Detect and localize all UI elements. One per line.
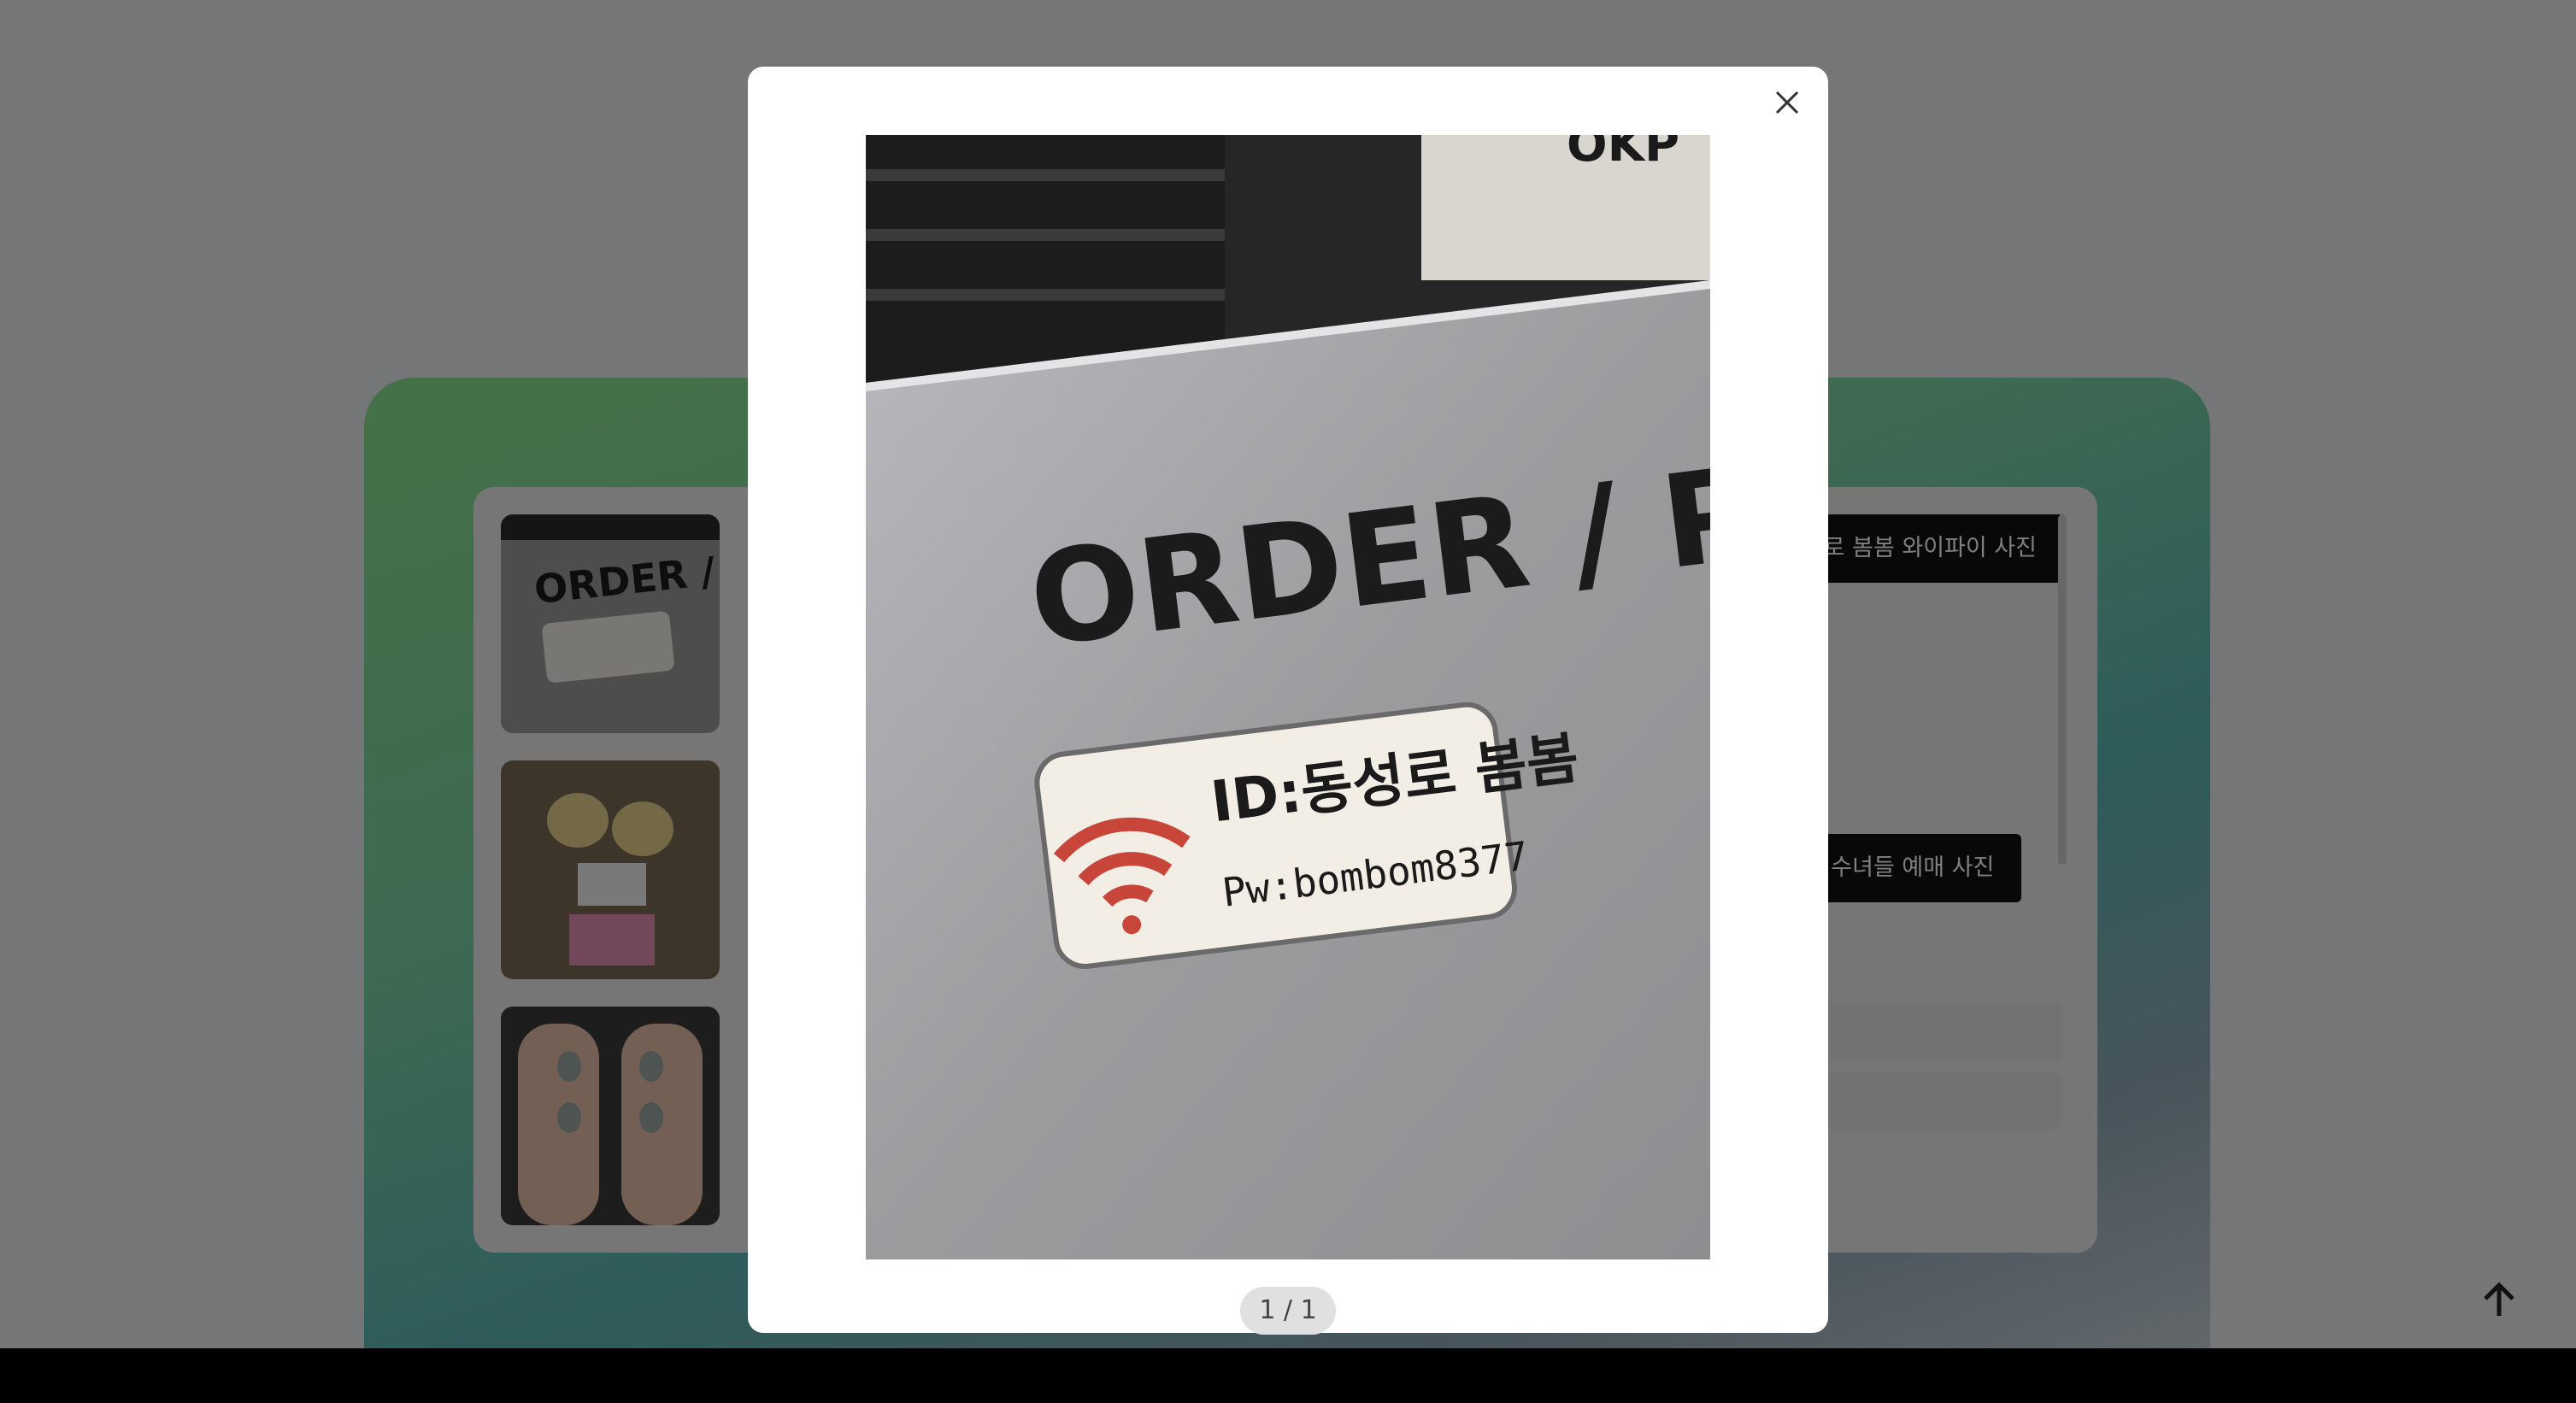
close-icon[interactable]	[1768, 84, 1806, 121]
viewer-photo: OKP ORDER / P ID:동성로 봄봄 Pw:bombom8377	[866, 135, 1710, 1259]
footer-bar	[0, 1348, 2576, 1403]
arrow-up-icon[interactable]	[2475, 1277, 2523, 1324]
photo-top-text: OKP	[1567, 135, 1679, 173]
image-counter: 1 / 1	[1240, 1287, 1336, 1335]
image-viewer-modal: OKP ORDER / P ID:동성로 봄봄 Pw:bombom8377 1 …	[748, 67, 1828, 1335]
